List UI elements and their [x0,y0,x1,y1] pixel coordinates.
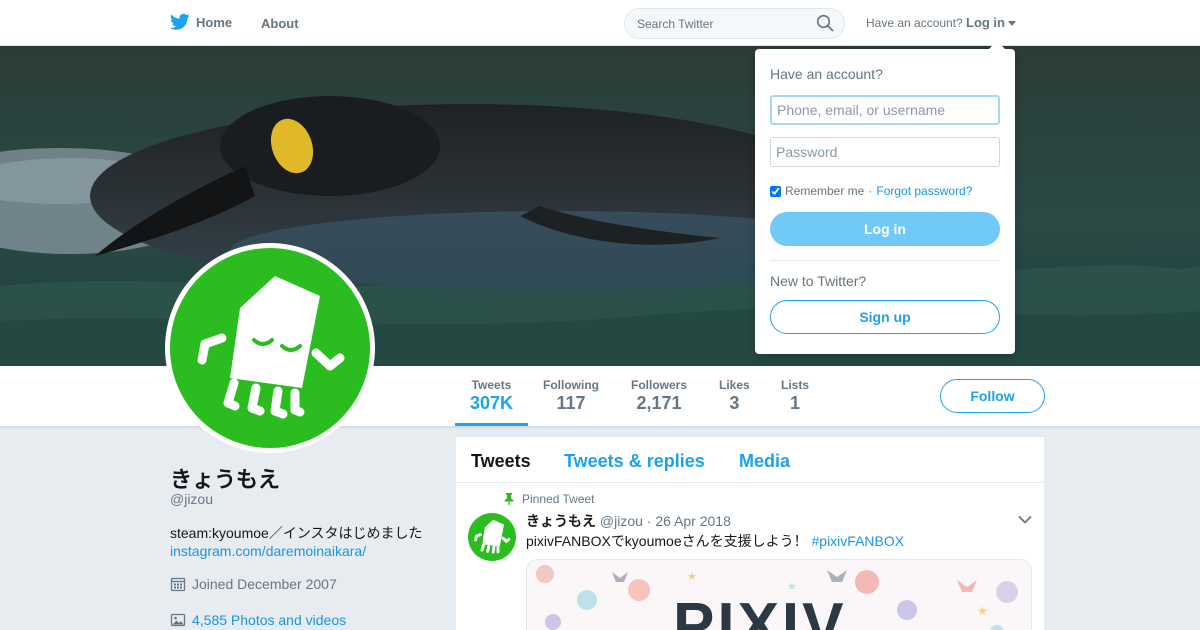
profile-photos-link[interactable]: 4,585 Photos and videos [170,612,346,628]
nav-about-link[interactable]: About [261,16,299,31]
stat-tweets-value: 307K [470,393,514,413]
signup-button[interactable]: Sign up [770,300,1000,334]
timeline-tabs: Tweets Tweets & replies Media [456,437,1044,483]
profile-handle: @jizou [170,491,214,507]
login-dropdown-title: Have an account? [770,66,883,82]
profile-avatar[interactable] [165,243,375,453]
stat-likes[interactable]: Likes 3 [719,378,750,414]
tweet-hashtag-link[interactable]: #pixivFANBOX [812,533,905,549]
tweet-text: pixivFANBOXでkyoumoeさんを支援しよう！ #pixivFANBO… [526,531,904,551]
stat-lists-label: Lists [781,378,810,392]
profile-bio: steam:kyoumoe／インスタはじめました [170,525,423,541]
password-field[interactable] [770,137,1000,167]
stat-followers-value: 2,171 [636,393,682,413]
stat-followers[interactable]: Followers 2,171 [631,378,687,414]
squid-mascot-icon [474,519,511,554]
profile-url-link[interactable]: instagram.com/daremoinaikara/ [170,543,366,559]
squid-mascot-icon [197,276,345,419]
username-field[interactable] [770,95,1000,125]
tweet-header: きょうもえ @jizou · 26 Apr 2018 [526,511,731,531]
new-to-twitter-text: New to Twitter? [770,273,867,289]
stat-tweets[interactable]: Tweets 307K [470,378,513,414]
svg-text:★: ★ [687,571,697,583]
tweet-body: pixivFANBOXでkyoumoeさんを支援しよう！ [526,533,808,549]
tab-tweets[interactable]: Tweets [471,451,531,472]
calendar-icon [170,577,186,592]
tab-tweets-replies[interactable]: Tweets & replies [564,451,705,472]
forgot-password-link[interactable]: Forgot password? [876,184,972,198]
search-input[interactable] [624,8,845,39]
stat-tweets-label: Tweets [471,378,512,392]
login-submit-button[interactable]: Log in [770,212,1000,246]
svg-text:★: ★ [977,604,988,618]
pin-icon [504,493,514,505]
stat-lists[interactable]: Lists 1 [781,378,809,414]
top-nav: Home About Have an account? Log in [0,0,1200,46]
stat-likes-value: 3 [729,393,740,413]
stat-following[interactable]: Following 117 [543,378,599,414]
profile-joined: Joined December 2007 [170,576,337,592]
dropdown-divider [770,260,1000,261]
pinned-label: Pinned Tweet [522,492,595,506]
have-account-text: Have an account? [866,16,963,30]
photo-icon [170,613,186,627]
profile-joined-text: Joined December 2007 [192,576,337,592]
nav-home-label: Home [196,14,233,30]
remember-label: Remember me [785,184,865,198]
timeline: Tweets Tweets & replies Media Pinned Twe… [456,437,1044,630]
tweet-separator: · [646,513,652,529]
search-icon[interactable] [816,14,834,32]
stat-lists-value: 1 [790,393,801,413]
twitter-bird-icon [170,13,190,30]
pinned-indicator: Pinned Tweet [504,492,595,506]
nav-home-link[interactable]: Home [170,13,232,31]
profile-name: きょうもえ [170,467,281,492]
card-title: PIXIV [673,591,847,630]
profile-photos-text: 4,585 Photos and videos [192,612,347,628]
avatar-image [170,248,370,448]
tweet-media-card[interactable]: ★ ★ ★ PIXIV [526,559,1032,630]
remember-separator: · [868,184,873,198]
remember-checkbox[interactable] [770,185,781,197]
tweet-author-name[interactable]: きょうもえ [526,513,596,529]
caret-down-icon[interactable] [1008,21,1016,26]
stat-followers-label: Followers [631,378,688,392]
tweet-author-handle[interactable]: @jizou [600,513,643,529]
follow-button[interactable]: Follow [940,379,1045,413]
tweet-avatar[interactable] [468,513,516,561]
remember-row: Remember me · Forgot password? [770,184,972,198]
login-dropdown: Have an account? Remember me · Forgot pa… [755,41,1015,354]
login-dropdown-toggle[interactable]: Log in [966,15,1005,30]
stat-likes-label: Likes [719,378,750,392]
tab-media[interactable]: Media [739,451,790,472]
stat-following-label: Following [543,378,599,392]
stat-following-value: 117 [556,393,586,413]
chevron-down-icon[interactable] [1018,515,1032,525]
tweet-date[interactable]: 26 Apr 2018 [655,513,731,529]
active-stat-underline [455,423,528,426]
